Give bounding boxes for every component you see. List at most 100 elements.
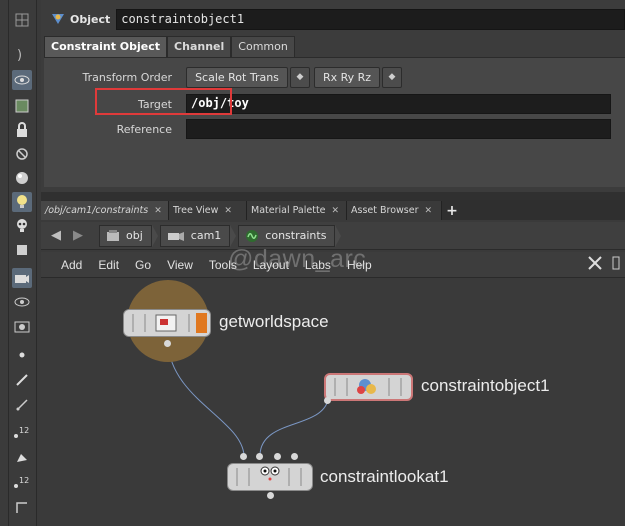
target-field[interactable]: /obj/toy (186, 94, 611, 114)
tools-icon[interactable] (587, 255, 603, 271)
tab-material-palette[interactable]: Material Palette ✕ (247, 201, 347, 220)
transform-order-arrow[interactable]: ◆ (290, 66, 310, 88)
constraintlookat-node-body (236, 466, 302, 486)
input-connector[interactable] (256, 453, 263, 460)
skull-icon[interactable] (12, 216, 32, 236)
node-getworldspace[interactable] (123, 309, 211, 337)
menu-go[interactable]: Go (127, 258, 159, 272)
transform-order-row: Transform Order Scale Rot Trans ◆ Rx Ry … (44, 66, 625, 88)
svg-text:12: 12 (19, 426, 29, 435)
node-constraintobject[interactable] (324, 373, 413, 401)
menu-help[interactable]: Help (339, 258, 380, 272)
corner-icon[interactable] (12, 497, 32, 517)
menu-tools[interactable]: Tools (201, 258, 245, 272)
transform-order-label: Transform Order (82, 70, 172, 84)
output-connector[interactable] (324, 397, 331, 404)
snapshot-icon[interactable] (12, 316, 32, 336)
more-icon[interactable] (611, 255, 621, 271)
back-arrow-icon[interactable]: ◀ (45, 226, 67, 246)
path-item-obj-label: obj (126, 229, 143, 242)
light-bulb-icon[interactable] (12, 192, 32, 212)
tab-channel[interactable]: Channel (167, 36, 232, 58)
constraintlookat-label: constraintlookat1 (320, 467, 449, 486)
node-header: Object constraintobject1 (44, 8, 625, 30)
left-toolbar: ) 12 12 (0, 0, 37, 526)
tab-asset-browser[interactable]: Asset Browser ✕ (347, 201, 442, 220)
getworldspace-label: getworldspace (219, 312, 329, 331)
input-connector[interactable] (291, 453, 298, 460)
target-highlight-box (95, 88, 232, 115)
getworldspace-node-body (132, 313, 207, 333)
transform-order-menu[interactable]: Scale Rot Trans (186, 66, 288, 88)
close-icon[interactable]: ✕ (154, 202, 162, 220)
input-connector[interactable] (274, 453, 281, 460)
chop-network-icon (246, 229, 259, 242)
svg-text:12: 12 (19, 476, 29, 485)
node-name-field[interactable]: constraintobject1 (116, 8, 625, 30)
path-item-constraints-label: constraints (265, 229, 327, 242)
input-connector[interactable] (240, 453, 247, 460)
camera-icon (167, 231, 184, 241)
menu-add[interactable]: Add (53, 258, 90, 272)
close-icon[interactable]: ✕ (424, 202, 432, 220)
pane-divider[interactable] (41, 192, 625, 200)
constraintobject-label: constraintobject1 (421, 376, 550, 395)
reference-field[interactable] (186, 119, 611, 139)
tab-tree-view-label: Tree View (173, 204, 219, 216)
close-icon[interactable]: ✕ (224, 202, 232, 220)
add-tab-button[interactable]: + (442, 201, 462, 220)
output-connector[interactable] (267, 492, 274, 499)
node-type: Object (44, 8, 116, 30)
tab-content: Transform Order Scale Rot Trans ◆ Rx Ry … (44, 57, 625, 187)
tab-network-label: /obj/cam1/constraints (45, 204, 149, 216)
lock-icon[interactable] (12, 120, 32, 140)
path-item-obj[interactable]: obj (99, 224, 152, 247)
close-icon[interactable]: ✕ (332, 202, 340, 220)
path-bar: ◀ ▶ obj cam1 constraints (41, 222, 625, 250)
sphere-icon[interactable] (12, 168, 32, 188)
tab-material-palette-label: Material Palette (251, 204, 326, 216)
view-mode-icon[interactable] (12, 70, 32, 90)
network-editor[interactable]: getworldspace constraintobject1 constrai… (41, 279, 625, 526)
menu-view[interactable]: View (159, 258, 201, 272)
number-icon[interactable]: 12 (12, 422, 32, 442)
rotate-order-menu[interactable]: Rx Ry Rz (314, 66, 380, 88)
svg-text:): ) (17, 48, 22, 61)
square-icon[interactable] (12, 240, 32, 260)
menu-layout[interactable]: Layout (245, 258, 297, 272)
menu-edit[interactable]: Edit (90, 258, 127, 272)
disable-icon[interactable] (12, 144, 32, 164)
number-icon-2[interactable]: 12 (12, 472, 32, 492)
forward-arrow-icon[interactable]: ▶ (67, 226, 89, 246)
rotate-order-arrow[interactable]: ◆ (382, 66, 402, 88)
pen-icon[interactable] (12, 395, 32, 415)
paint-icon[interactable] (12, 447, 32, 467)
bracket-icon[interactable]: ) (12, 44, 32, 64)
reference-label: Reference (116, 122, 172, 136)
reference-row: Reference (44, 118, 625, 140)
tab-network[interactable]: /obj/cam1/constraints ✕ (41, 201, 169, 220)
pane-tab-bar: /obj/cam1/constraints ✕ Tree View ✕ Mate… (41, 200, 625, 220)
parameter-tabs: Constraint Object Channel Common (44, 36, 295, 58)
shading-icon[interactable] (12, 96, 32, 116)
path-item-cam1-label: cam1 (190, 229, 222, 242)
wire-constraintobject (259, 399, 329, 456)
constraintobject-node-body (334, 378, 401, 396)
output-connector[interactable] (164, 340, 171, 347)
obj-network-icon (107, 229, 119, 241)
tab-constraint-object[interactable]: Constraint Object (44, 36, 168, 58)
brush-icon[interactable] (12, 370, 32, 390)
menu-labs[interactable]: Labs (297, 258, 339, 272)
path-item-cam1[interactable]: cam1 (159, 224, 231, 247)
eye-icon[interactable] (12, 292, 32, 312)
grid-icon[interactable] (12, 10, 32, 30)
node-constraintlookat[interactable] (227, 463, 313, 491)
camera-icon[interactable] (12, 268, 32, 288)
point-icon[interactable] (12, 345, 32, 365)
tab-common[interactable]: Common (231, 36, 295, 58)
tab-tree-view[interactable]: Tree View ✕ (169, 201, 247, 220)
tab-asset-browser-label: Asset Browser (351, 204, 419, 216)
path-item-constraints[interactable]: constraints (238, 224, 336, 247)
object-node-icon (52, 14, 64, 24)
node-type-label: Object (70, 12, 111, 26)
